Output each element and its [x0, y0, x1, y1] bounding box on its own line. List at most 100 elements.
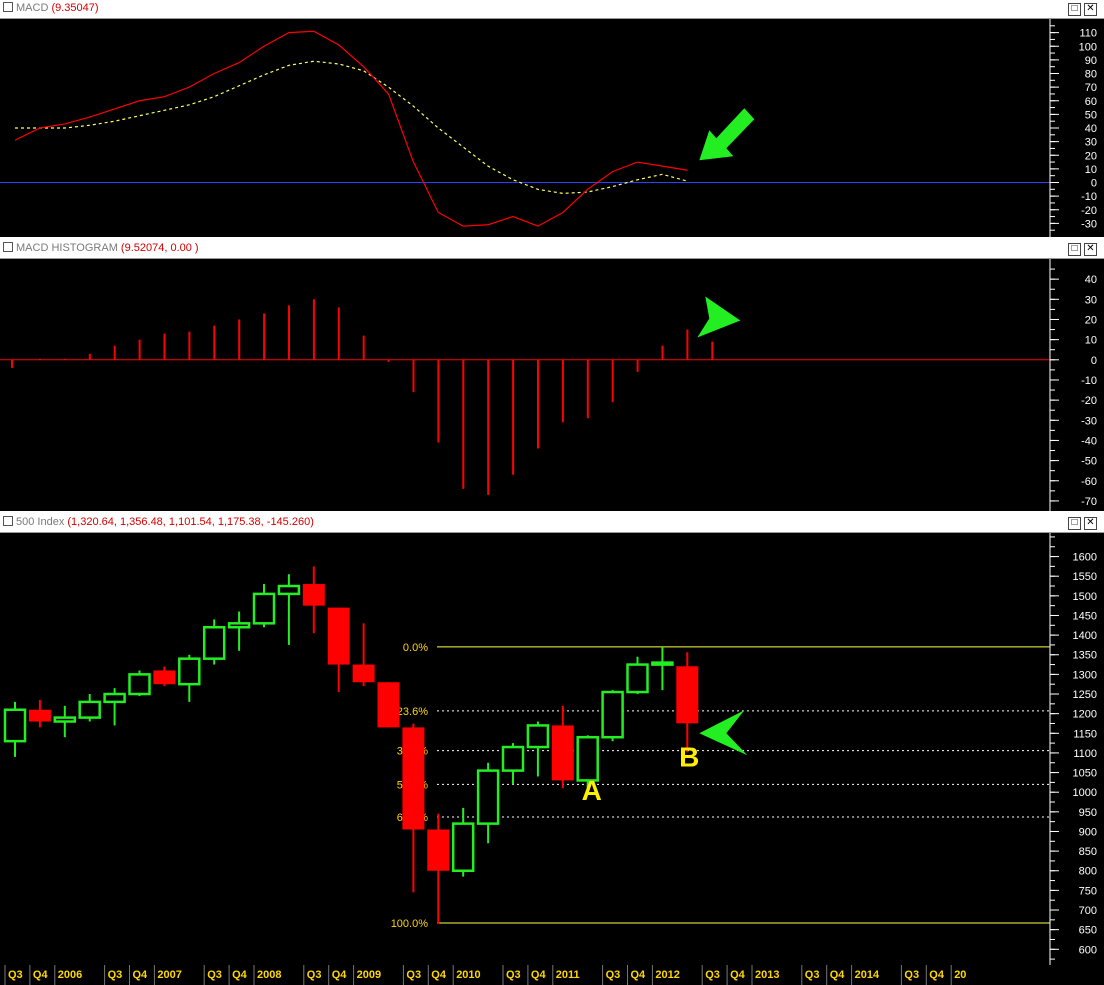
- restore-button[interactable]: □: [1068, 3, 1081, 16]
- price-title-value: (1,320.64, 1,356.48, 1,101.54, 1,175.38,…: [67, 516, 314, 528]
- candle-body: [402, 727, 425, 830]
- macd-titlebar: MACD (9.35047) □ ✕: [0, 0, 1104, 19]
- y-tick-label: 1050: [1073, 768, 1097, 780]
- x-tick-label: 2011: [556, 969, 580, 981]
- price-chart: 0.0%23.6%38.2%50.0%61.8%100.0%AB60065070…: [3, 533, 1097, 965]
- y-tick-label: 1000: [1073, 787, 1097, 799]
- x-tick-label: 2008: [257, 969, 281, 981]
- y-tick-label: 1350: [1073, 650, 1097, 662]
- y-tick-label: 1600: [1073, 552, 1097, 564]
- macd-title: MACD (9.35047): [3, 2, 99, 14]
- candle-body: [576, 735, 599, 782]
- x-tick-label: 2006: [58, 969, 82, 981]
- fib-level-label: 0.0%: [403, 642, 428, 654]
- restore-button[interactable]: □: [1068, 517, 1081, 530]
- macd-panel: MACD (9.35047) □ ✕ -30 -20 -10 0 10 20 30 40 50 6…: [0, 0, 1104, 237]
- candle-body: [526, 724, 550, 749]
- x-tick-label: Q4: [332, 969, 348, 981]
- close-button[interactable]: ✕: [1084, 517, 1097, 530]
- fib-level-label: 100.0%: [391, 918, 429, 930]
- panel-marker-icon: [3, 2, 13, 12]
- x-tick-label: Q3: [904, 969, 919, 981]
- restore-button[interactable]: □: [1068, 243, 1081, 256]
- candle-body: [3, 708, 27, 743]
- arrow-icon: [697, 296, 741, 338]
- candle-body: [28, 709, 51, 722]
- x-tick-label: Q3: [805, 969, 820, 981]
- x-tick-label: Q3: [406, 969, 421, 981]
- candle-body: [377, 682, 400, 728]
- y-tick-label: -50: [1081, 456, 1097, 468]
- x-tick-label: 20: [954, 969, 966, 981]
- arrow-icon: [699, 108, 755, 161]
- y-tick-label: 1250: [1073, 689, 1097, 701]
- y-tick-label: 90: [1085, 55, 1097, 67]
- annotation-label: B: [679, 742, 699, 773]
- candle-body: [476, 769, 500, 825]
- y-tick-label: 110: [1079, 28, 1097, 40]
- y-tick-label: -20: [1081, 395, 1097, 407]
- y-tick-label: 800: [1079, 866, 1097, 878]
- y-tick-label: 1500: [1073, 591, 1097, 603]
- y-tick-label: 80: [1085, 69, 1097, 81]
- x-tick-label: Q4: [631, 969, 647, 981]
- y-tick-label: 70: [1085, 82, 1097, 94]
- histogram-title-text: MACD HISTOGRAM: [16, 242, 118, 254]
- candle-body: [327, 607, 350, 665]
- y-tick-label: 20: [1085, 314, 1097, 326]
- panel-marker-icon: [3, 516, 13, 526]
- x-tick-label: Q4: [33, 969, 49, 981]
- annotation-label: A: [582, 775, 602, 806]
- y-tick-label: 850: [1079, 846, 1097, 858]
- y-tick-label: 1300: [1073, 669, 1097, 681]
- x-tick-label: Q4: [431, 969, 447, 981]
- y-tick-label: 1550: [1073, 571, 1097, 583]
- y-tick-label: 40: [1085, 274, 1097, 286]
- macd-chart: -30-20 -100 10 2030 40 5060 7080 90 100110: [0, 19, 1097, 237]
- x-tick-label: Q3: [606, 969, 621, 981]
- histogram-title: MACD HISTOGRAM (9.52074, 0.00 ): [3, 242, 199, 254]
- candle-body: [153, 670, 176, 685]
- candle-body: [451, 822, 475, 872]
- macd-signal-line: [15, 60, 688, 195]
- price-panel: 500 Index (1,320.64, 1,356.48, 1,101.54,…: [0, 514, 1104, 965]
- y-tick-label: 650: [1079, 925, 1097, 937]
- x-tick-label: Q3: [8, 969, 23, 981]
- y-tick-label: 1450: [1073, 610, 1097, 622]
- y-tick-label: 100: [1079, 41, 1097, 53]
- y-tick-label: -60: [1081, 476, 1097, 488]
- x-tick-label: Q4: [929, 969, 945, 981]
- y-tick-label: -30: [1081, 415, 1097, 427]
- candle-body: [53, 716, 77, 723]
- y-tick-label: 0: [1091, 355, 1097, 367]
- y-tick-label: 950: [1079, 807, 1097, 819]
- x-axis: Q3 Q4 2006 Q3 Q4 2007 Q3 Q4 2008 Q3 Q4 2009 Q3 Q4 2010…: [4, 965, 966, 985]
- x-tick-label: Q4: [830, 969, 846, 981]
- histogram-titlebar: MACD HISTOGRAM (9.52074, 0.00 ) □ ✕: [0, 240, 1104, 259]
- y-tick-label: 30: [1085, 294, 1097, 306]
- y-tick-label: 700: [1079, 905, 1097, 917]
- x-tick-label: Q3: [207, 969, 222, 981]
- candle-body: [626, 663, 649, 694]
- y-tick-label: 50: [1085, 109, 1097, 121]
- histogram-chart: -70 -60 -50 -40 -30 -20 -10 0 10 20 30 40: [0, 259, 1097, 511]
- x-tick-label: 2010: [456, 969, 480, 981]
- x-tick-label: 2007: [157, 969, 181, 981]
- y-tick-label: 600: [1079, 944, 1097, 956]
- candle-body: [78, 700, 101, 719]
- candle-body: [227, 622, 251, 629]
- candle-body: [103, 692, 126, 704]
- x-tick-label: Q4: [232, 969, 248, 981]
- arrow-icon: [699, 710, 748, 756]
- y-tick-label: 1400: [1073, 630, 1097, 642]
- y-tick-label: 750: [1079, 885, 1097, 897]
- close-button[interactable]: ✕: [1084, 243, 1097, 256]
- y-tick-label: -20: [1081, 205, 1097, 217]
- y-tick-label: 0: [1091, 178, 1097, 190]
- x-tick-label: Q3: [705, 969, 720, 981]
- candle-body: [651, 661, 674, 666]
- candle-body: [302, 584, 325, 606]
- candle-body: [501, 745, 525, 772]
- candle-body: [676, 666, 699, 724]
- close-button[interactable]: ✕: [1084, 3, 1097, 16]
